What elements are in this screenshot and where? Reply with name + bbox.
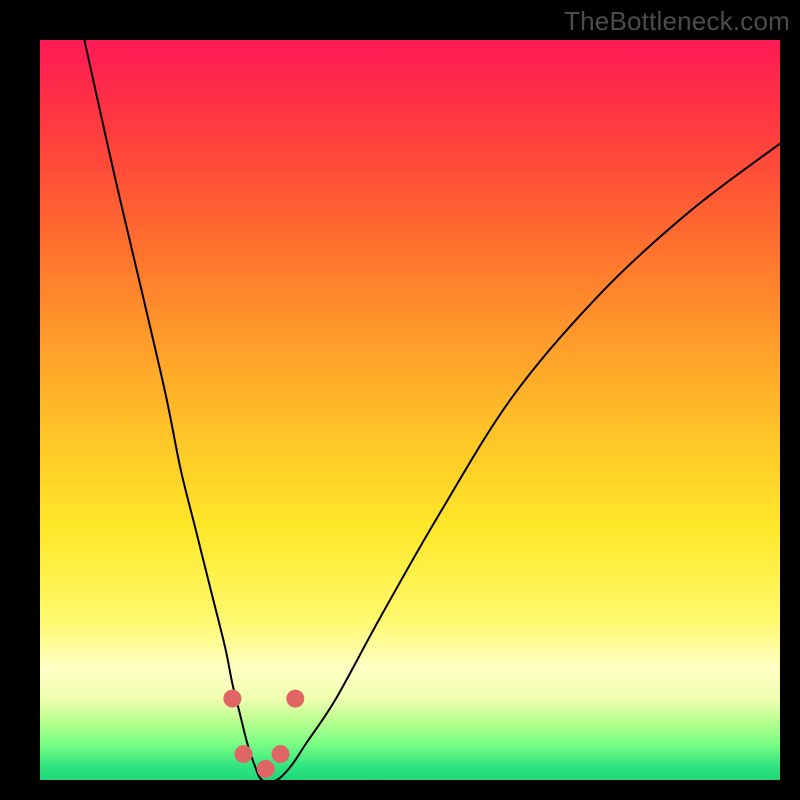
- data-marker: [223, 690, 241, 708]
- bottleneck-curve: [84, 40, 780, 780]
- watermark-label: TheBottleneck.com: [564, 6, 790, 37]
- plot-area: [40, 40, 780, 780]
- data-marker: [257, 760, 275, 778]
- chart-frame: TheBottleneck.com: [0, 0, 800, 800]
- chart-svg: [40, 40, 780, 780]
- data-marker: [272, 745, 290, 763]
- data-marker: [235, 745, 253, 763]
- data-marker: [286, 690, 304, 708]
